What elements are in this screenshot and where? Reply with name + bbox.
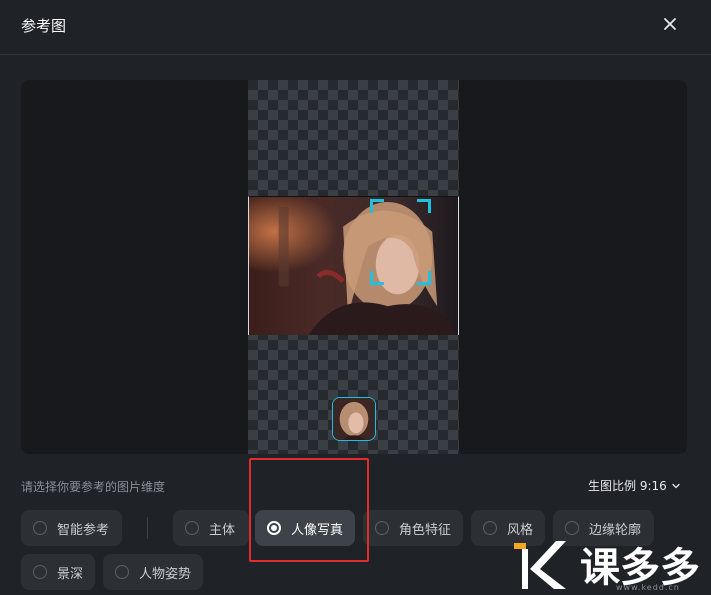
chip-pose[interactable]: 人物姿势 (103, 554, 203, 590)
chip-label: 人像写真 (291, 522, 344, 538)
chip-label: 主体 (209, 522, 236, 538)
radio-icon (483, 521, 497, 535)
dialog-title: 参考图 (21, 17, 67, 35)
aspect-ratio-label: 生图比例 9:16 (588, 479, 667, 493)
chip-subject[interactable]: 主体 (173, 510, 249, 546)
chevron-down-icon (672, 483, 680, 488)
chip-portrait[interactable]: 人像写真 (255, 510, 355, 546)
radio-icon (565, 521, 579, 535)
chip-smart-reference[interactable]: 智能参考 (21, 510, 122, 546)
radio-selected-icon (267, 521, 281, 535)
dialog-header: 参考图 (0, 0, 711, 55)
aspect-ratio-dropdown[interactable]: 生图比例 9:16 (588, 477, 681, 494)
watermark-logo (514, 541, 566, 589)
chip-label: 景深 (57, 566, 84, 582)
watermark-url: www.kedd.cn (616, 583, 680, 592)
radio-icon (33, 521, 47, 535)
chip-depth-of-field[interactable]: 景深 (21, 554, 95, 590)
reference-image-dialog: 参考图 请选择你要参考的图片维度 生图比例 9:16 智能参考 主体 人像写真 … (0, 0, 711, 595)
chip-label: 角色特征 (399, 522, 452, 538)
radio-icon (115, 565, 129, 579)
dimension-hint: 请选择你要参考的图片维度 (21, 480, 166, 494)
radio-icon (33, 565, 47, 579)
chip-label: 智能参考 (57, 522, 110, 538)
image-preview-area (21, 80, 687, 454)
radio-icon (185, 521, 199, 535)
chip-character-features[interactable]: 角色特征 (363, 510, 463, 546)
radio-icon (375, 521, 389, 535)
chip-divider (147, 517, 148, 539)
face-detection-frame (370, 199, 431, 285)
chip-label: 人物姿势 (139, 566, 192, 582)
portrait-thumbnail[interactable] (332, 397, 376, 441)
watermark: 课多多 www.kedd.cn (512, 535, 711, 595)
close-icon[interactable] (659, 13, 681, 35)
